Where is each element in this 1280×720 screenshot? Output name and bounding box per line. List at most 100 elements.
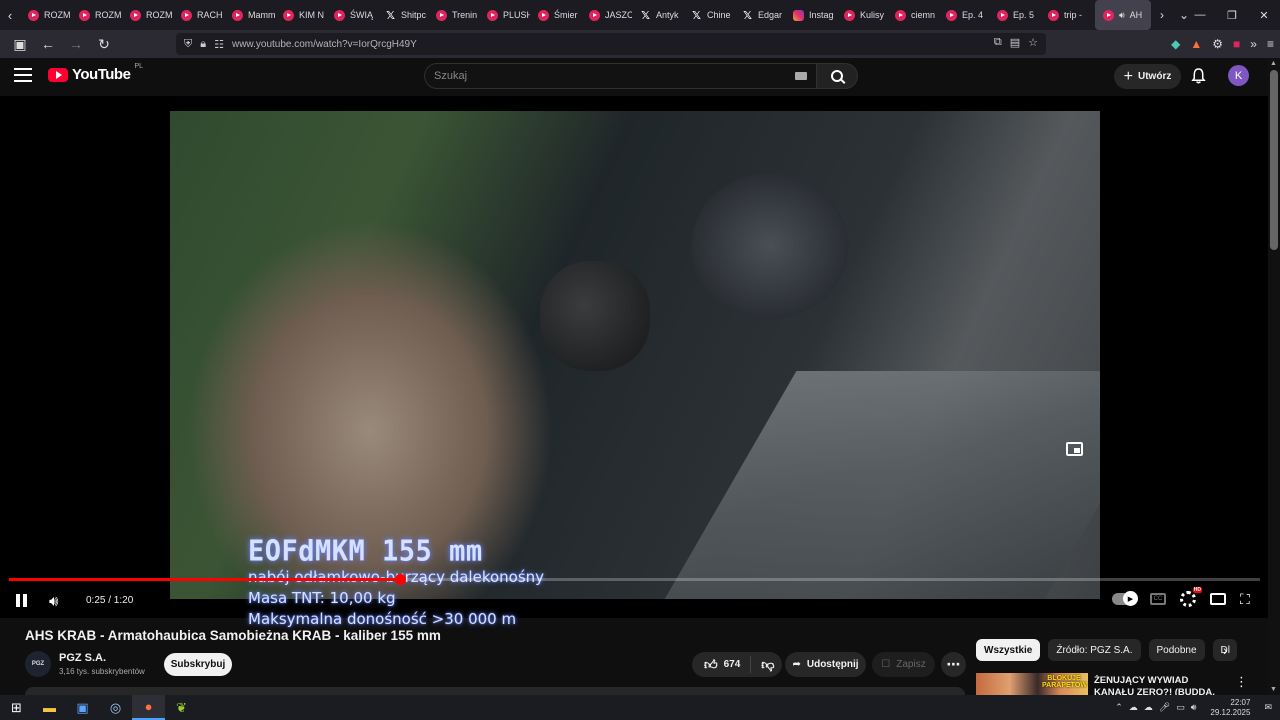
windows-start-icon[interactable]: ⊞ xyxy=(0,695,33,720)
browser-tab[interactable]: Śmier xyxy=(530,0,581,30)
forward-button[interactable]: → xyxy=(64,32,88,56)
youtube-logo[interactable]: YouTube PL xyxy=(48,63,143,83)
video-player[interactable]: EOFdMKM 155 mm nabój odłamkowo-burzący d… xyxy=(0,96,1268,628)
chip-all[interactable]: Wszystkie xyxy=(976,639,1041,661)
reader-view-icon[interactable]: ▤ xyxy=(1010,36,1020,49)
bookmark-star-icon[interactable]: ☆ xyxy=(1028,36,1038,49)
url-bar[interactable]: ⛨ 🔒︎ ☷ www.youtube.com/watch?v=IorQrcgH4… xyxy=(176,33,1046,55)
browser-tab[interactable]: 𝕏 Shitpc xyxy=(377,0,428,30)
notifications-icon[interactable]: ✉ xyxy=(1264,702,1272,713)
browser-tab[interactable]: Kulisy xyxy=(836,0,887,30)
tab-active[interactable]: 🔊︎ AH xyxy=(1095,0,1151,30)
recommendation-title[interactable]: ŻENUJĄCY WYWIAD KANAŁU ZERO?! (BUDDA, ST… xyxy=(1094,675,1224,695)
autoplay-toggle[interactable] xyxy=(1112,591,1138,606)
url-text[interactable]: www.youtube.com/watch?v=IorQrcgH49Y xyxy=(232,39,417,50)
reload-button[interactable]: ↻ xyxy=(92,32,116,56)
dislike-button[interactable]: 👎︎ xyxy=(751,657,774,673)
scroll-up-icon[interactable]: ▲ xyxy=(1270,60,1277,67)
recommendation-menu-icon[interactable]: ⋮ xyxy=(1235,674,1248,690)
network-icon[interactable]: ▭ xyxy=(1176,702,1185,713)
miniplayer-icon[interactable] xyxy=(1066,442,1083,456)
browser-tab[interactable]: PLUSH xyxy=(479,0,530,30)
create-button[interactable]: + Utwórz xyxy=(1114,64,1181,89)
onedrive-icon[interactable]: ☁ xyxy=(1144,702,1153,713)
like-button[interactable]: 👍︎ 674 xyxy=(692,656,752,673)
pause-icon[interactable] xyxy=(16,594,27,607)
browser-tab[interactable]: Mamm xyxy=(224,0,275,30)
browser-tab[interactable]: ROZM xyxy=(122,0,173,30)
app-icon[interactable]: ❦ xyxy=(165,695,198,720)
browser-tab[interactable]: RACH xyxy=(173,0,224,30)
notifications-bell-icon[interactable] xyxy=(1191,68,1206,84)
clock[interactable]: 22:07 29.12.2025 xyxy=(1210,698,1250,718)
browser-tab[interactable]: 𝕏 Edgar xyxy=(734,0,785,30)
theater-mode-icon[interactable] xyxy=(1210,593,1226,605)
browser-tab[interactable]: Trenin xyxy=(428,0,479,30)
subtitles-icon[interactable]: CC xyxy=(1150,593,1166,605)
settings-gear-icon[interactable]: HD xyxy=(1180,587,1202,607)
chip-similar[interactable]: Podobne xyxy=(1148,639,1205,661)
search-button[interactable] xyxy=(816,63,858,89)
video-frame[interactable] xyxy=(170,111,1100,599)
hamburger-menu-icon[interactable] xyxy=(14,68,32,82)
steam-icon[interactable]: ◎ xyxy=(99,695,132,720)
channel-name[interactable]: PGZ S.A. xyxy=(59,652,106,664)
recommendation-thumbnail[interactable]: BLOKUJE PARAPETÓW xyxy=(976,673,1088,695)
picture-in-picture-icon[interactable]: ⧉ xyxy=(994,36,1002,49)
browser-tab[interactable]: JASZC xyxy=(581,0,632,30)
browser-tab[interactable]: Ep. 4 xyxy=(938,0,989,30)
extension-badge-icon[interactable]: ■ xyxy=(1233,37,1240,51)
progress-bar[interactable] xyxy=(9,574,1260,585)
remote-desktop-icon[interactable]: ▣ xyxy=(66,695,99,720)
firefox-icon[interactable]: ● xyxy=(132,695,165,720)
keyboard-icon[interactable] xyxy=(795,72,807,80)
browser-tab[interactable]: 𝕏 Antyk xyxy=(632,0,683,30)
extension-fox-icon[interactable]: ▲ xyxy=(1190,37,1202,51)
scroll-down-icon[interactable]: ▼ xyxy=(1270,686,1277,693)
browser-tab[interactable]: Instag xyxy=(785,0,836,30)
tray-overflow-icon[interactable]: ⌃ xyxy=(1115,702,1123,713)
volume-icon[interactable]: 🔊︎ xyxy=(49,593,58,610)
browser-tab[interactable]: ciemn xyxy=(887,0,938,30)
page-scrollbar[interactable]: ▲ ▼ xyxy=(1268,58,1280,695)
sidebar-toggle-icon[interactable]: ▣ xyxy=(8,32,32,56)
search-input[interactable]: Szukaj xyxy=(424,63,817,89)
chips-next-icon[interactable]: › xyxy=(1223,642,1228,658)
tab-scroll-right-icon[interactable]: › xyxy=(1151,0,1173,30)
scrollbar-thumb[interactable] xyxy=(1270,70,1278,250)
app-menu-icon[interactable]: ≡ xyxy=(1267,37,1274,51)
browser-tab[interactable]: 𝕏 Chine xyxy=(683,0,734,30)
browser-tab[interactable]: ŚWIĄ xyxy=(326,0,377,30)
browser-tab[interactable]: ROZM xyxy=(71,0,122,30)
tray-app-icon[interactable]: ☁ xyxy=(1129,702,1138,713)
shield-icon[interactable]: ⛨ xyxy=(184,38,192,51)
scrubber-handle[interactable] xyxy=(394,574,406,585)
description-box[interactable] xyxy=(25,687,965,695)
channel-avatar[interactable]: PGZ xyxy=(25,651,51,677)
tab-audio-icon[interactable]: 🔊︎ xyxy=(1119,10,1125,21)
browser-tab[interactable]: Ep. 5 xyxy=(989,0,1040,30)
browser-tab[interactable]: KIM N xyxy=(275,0,326,30)
share-button[interactable]: ➦ Udostępnij xyxy=(785,652,866,677)
lock-icon[interactable]: 🔒︎ xyxy=(200,38,206,51)
subscribe-button[interactable]: Subskrybuj xyxy=(164,653,232,676)
browser-tab[interactable]: ROZM xyxy=(20,0,71,30)
fullscreen-icon[interactable]: ⛶ xyxy=(1240,592,1254,606)
tab-scroll-left-icon[interactable]: ‹ xyxy=(0,0,20,30)
chip-source[interactable]: Źródło: PGZ S.A. xyxy=(1048,639,1141,661)
microphone-icon[interactable]: 🎤︎ xyxy=(1159,702,1170,713)
minimize-button[interactable]: — xyxy=(1184,0,1216,30)
extensions-icon[interactable]: ⚙ xyxy=(1212,37,1223,51)
overflow-menu-icon[interactable]: » xyxy=(1250,37,1257,51)
restore-button[interactable]: ❐ xyxy=(1216,0,1248,30)
browser-tab[interactable]: trip - xyxy=(1040,0,1091,30)
close-window-button[interactable]: ✕ xyxy=(1248,0,1280,30)
account-avatar[interactable]: K xyxy=(1228,65,1249,86)
extension-shield-icon[interactable]: ◆ xyxy=(1171,37,1180,51)
more-actions-icon[interactable]: ⋯ xyxy=(941,652,966,677)
save-button[interactable]: ☐ Zapisz xyxy=(872,652,935,677)
permissions-icon[interactable]: ☷ xyxy=(214,38,224,51)
speaker-icon[interactable]: 🔊︎ xyxy=(1191,702,1197,713)
back-button[interactable]: ← xyxy=(36,32,60,56)
file-explorer-icon[interactable]: ▬ xyxy=(33,695,66,720)
